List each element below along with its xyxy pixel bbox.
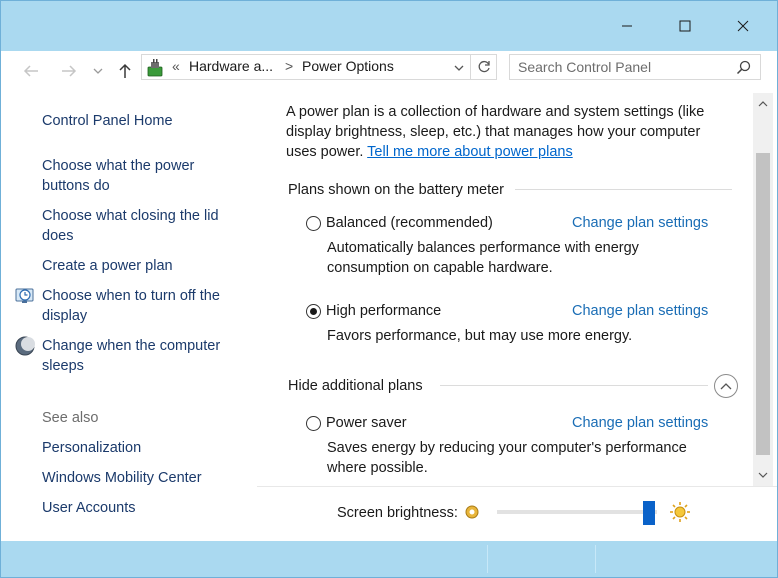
dim-sun-icon [465,505,479,519]
close-button[interactable] [714,1,772,51]
breadcrumb-separator[interactable]: > [285,58,293,74]
refresh-icon [478,60,490,73]
chevron-down-icon [93,68,103,74]
path-overflow-icon[interactable]: « [172,58,180,74]
breadcrumb-power-options[interactable]: Power Options [302,58,394,74]
battery-meter-section-heading: Plans shown on the battery meter [288,182,505,198]
search-icon[interactable] [736,60,751,75]
personalization-link[interactable]: Personalization [42,438,242,458]
turn-off-display-link[interactable]: Choose when to turn off the display [42,286,242,326]
title-bar [1,1,777,51]
windows-mobility-center-link[interactable]: Windows Mobility Center [42,468,242,488]
vertical-scrollbar[interactable] [753,93,773,486]
up-button[interactable] [113,59,137,83]
high-performance-plan-name[interactable]: High performance [326,301,441,321]
control-panel-home-link[interactable]: Control Panel Home [42,111,242,131]
brightness-panel: Screen brightness: [257,486,777,541]
bright-sun-icon [670,502,690,522]
brightness-slider-thumb[interactable] [643,501,655,525]
power-options-window: « Hardware a... > Power Options Control … [0,0,778,578]
collapse-additional-plans-button[interactable] [714,374,738,398]
maximize-button[interactable] [656,1,714,51]
address-path-box[interactable]: « Hardware a... > Power Options [141,54,471,80]
see-also-heading: See also [42,410,99,426]
computer-sleeps-link[interactable]: Change when the computer sleeps [42,336,232,376]
address-dropdown-icon[interactable] [454,64,464,72]
scroll-thumb[interactable] [756,153,770,455]
recent-locations-button[interactable] [91,59,105,83]
high-performance-radio[interactable] [306,304,321,319]
tasks-sidebar: Control Panel Home Choose what the power… [1,93,257,541]
high-performance-plan-description: Favors performance, but may use more ene… [327,328,633,344]
scroll-down-icon [758,472,768,478]
learn-more-link[interactable]: Tell me more about power plans [367,144,573,160]
breadcrumb-hardware[interactable]: Hardware a... [189,58,273,74]
moon-icon [15,336,35,356]
refresh-button[interactable] [471,54,497,80]
balanced-change-settings-link[interactable]: Change plan settings [572,213,708,233]
power-saver-plan-name[interactable]: Power saver [326,413,407,433]
power-buttons-link[interactable]: Choose what the power buttons do [42,156,222,196]
brightness-label: Screen brightness: [337,505,458,521]
brightness-slider-track[interactable] [497,510,657,514]
plans-content: A power plan is a collection of hardware… [257,93,753,486]
display-clock-icon [15,288,34,303]
closing-lid-link[interactable]: Choose what closing the lid does [42,206,242,246]
chevron-up-icon [720,383,732,390]
section-divider [515,189,732,190]
balanced-plan-description: Automatically balances performance with … [327,240,639,276]
up-arrow-icon [119,63,131,78]
close-icon [737,20,749,32]
high-performance-change-settings-link[interactable]: Change plan settings [572,301,708,321]
create-power-plan-link[interactable]: Create a power plan [42,256,242,276]
scroll-down-button[interactable] [753,466,773,484]
power-saver-plan-description: Saves energy by reducing your computer's… [327,440,687,476]
status-divider [595,545,596,573]
additional-plans-divider [440,385,708,386]
minimize-button[interactable] [598,1,656,51]
intro-text: A power plan is a collection of hardware… [286,102,731,162]
power-saver-change-settings-link[interactable]: Change plan settings [572,413,708,433]
balanced-plan-name[interactable]: Balanced (recommended) [326,213,493,233]
user-accounts-link[interactable]: User Accounts [42,498,242,518]
forward-arrow-icon [62,65,77,77]
back-button[interactable] [19,59,43,83]
back-arrow-icon [23,65,38,77]
status-divider [487,545,488,573]
maximize-icon [679,20,691,32]
search-input[interactable] [510,55,730,79]
power-options-icon [147,59,163,77]
minimize-icon [622,25,632,27]
address-bar: « Hardware a... > Power Options [1,51,777,93]
forward-button[interactable] [57,59,81,83]
power-saver-radio[interactable] [306,416,321,431]
status-bar [1,541,777,577]
additional-plans-section-heading: Hide additional plans [288,378,423,394]
scroll-up-button[interactable] [753,95,773,113]
search-box[interactable] [509,54,761,80]
balanced-radio[interactable] [306,216,321,231]
scroll-up-icon [758,101,768,107]
